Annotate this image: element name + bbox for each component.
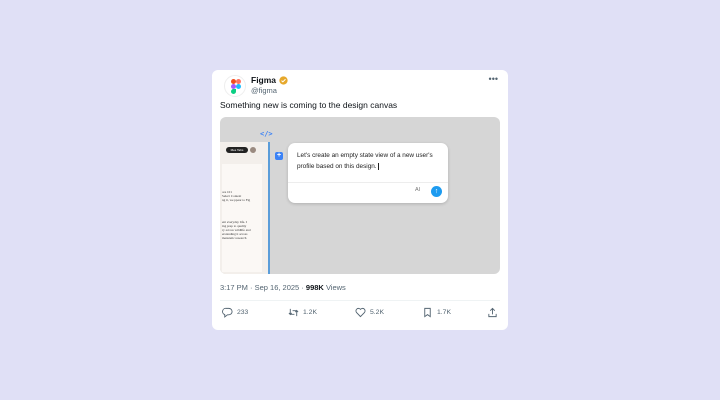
views-count: 998K xyxy=(305,283,324,292)
bookmark-button[interactable]: 1.7K xyxy=(422,307,451,318)
prompt-divider xyxy=(288,182,448,183)
tweet-text: Something new is coming to the design ca… xyxy=(220,100,398,110)
author-name[interactable]: Figma xyxy=(251,75,276,85)
repost-button[interactable]: 1.2K xyxy=(288,307,317,318)
tweet-actions: 233 1.2K 5.2K 1.7K xyxy=(222,307,498,321)
reply-count: 233 xyxy=(237,309,249,316)
mock-tabs-pill: Mes Tabs xyxy=(226,147,248,153)
arrow-up-icon: ↑ xyxy=(434,188,439,195)
prompt-text: Let's create an empty state view of a ne… xyxy=(297,152,433,170)
plus-icon: + xyxy=(275,152,283,160)
heart-icon xyxy=(355,307,366,318)
text-caret xyxy=(377,162,379,170)
bookmark-count: 1.7K xyxy=(437,309,451,316)
avatar[interactable] xyxy=(224,75,246,97)
reply-icon xyxy=(222,307,233,318)
figma-logo-icon xyxy=(231,79,241,94)
mock-avatar xyxy=(250,147,256,153)
bookmark-icon xyxy=(424,307,431,318)
like-button[interactable]: 5.2K xyxy=(355,307,384,318)
verified-badge-icon xyxy=(279,75,288,85)
prompt-input[interactable]: Let's create an empty state view of a ne… xyxy=(297,150,443,172)
views-label: Views xyxy=(325,283,346,292)
tweet-card: Figma @figma ••• Something new is coming… xyxy=(212,70,508,330)
mock-text-line: ng it, we ppear to Fig xyxy=(222,198,251,202)
send-button[interactable]: ↑ xyxy=(431,186,442,197)
more-horizontal-icon[interactable]: ••• xyxy=(489,74,498,84)
tweet-meta: 3:17 PM · Sep 16, 2025 · 998K Views xyxy=(220,283,346,292)
repost-icon xyxy=(288,308,299,317)
share-button[interactable] xyxy=(487,307,498,318)
mock-content: ore 101 Select Context ng it, we ppear t… xyxy=(222,164,262,272)
repost-count: 1.2K xyxy=(303,309,317,316)
share-icon xyxy=(488,307,497,318)
author-handle[interactable]: @figma xyxy=(251,86,277,95)
post-date[interactable]: Sep 16, 2025 xyxy=(255,283,300,292)
divider xyxy=(220,300,500,301)
mock-text-line: menstetic research xyxy=(222,236,247,240)
design-mock-frame: Mes Tabs ore 101 Select Context ng it, w… xyxy=(220,142,270,274)
like-count: 5.2K xyxy=(370,309,384,316)
post-time[interactable]: 3:17 PM xyxy=(220,283,248,292)
tweet-media[interactable]: </> Mes Tabs ore 101 Select Context ng i… xyxy=(220,117,500,274)
tweet-header: Figma @figma ••• xyxy=(220,74,500,98)
ai-label[interactable]: AI xyxy=(415,187,420,193)
ai-prompt-box[interactable]: Let's create an empty state view of a ne… xyxy=(288,143,448,203)
reply-button[interactable]: 233 xyxy=(222,307,248,318)
code-icon: </> xyxy=(260,130,273,138)
